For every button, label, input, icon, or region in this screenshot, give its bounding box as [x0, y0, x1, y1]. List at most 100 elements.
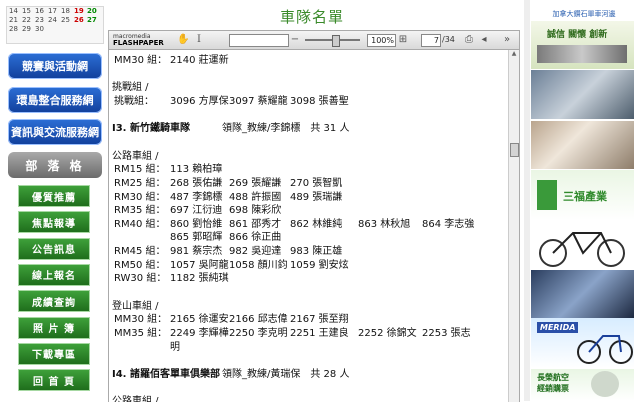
calendar-day[interactable]: 25	[61, 16, 74, 25]
ad-photo-riders[interactable]	[531, 70, 634, 119]
page-title: 車隊名單	[279, 8, 344, 26]
calendar-week: 21 22 23 24 25 26 27	[7, 16, 103, 25]
calendar-day[interactable]: 17	[48, 7, 61, 16]
nav-button-2[interactable]: 環島整合服務網	[8, 87, 102, 113]
vertical-scrollbar[interactable]: ▲	[508, 50, 519, 402]
calendar-day[interactable]: 24	[48, 16, 61, 25]
nav-link-1[interactable]: 優質推薦	[18, 185, 90, 207]
previous-page-icon[interactable]: ◂	[478, 34, 490, 46]
calendar-day[interactable]: 15	[22, 7, 35, 16]
calendar-day	[74, 25, 87, 34]
group-label: MM35 組：	[114, 328, 168, 339]
ad-top-link[interactable]: 加拿大鑽石單車河邊	[534, 9, 634, 19]
team-heading: I3. 新竹鐵騎車隊	[112, 123, 190, 135]
group-label: 挑戰組：	[114, 95, 154, 107]
scrollbar-thumb[interactable]	[510, 143, 519, 157]
calendar-day[interactable]: 21	[9, 16, 22, 25]
calendar-day[interactable]: 18	[61, 7, 74, 16]
group-label: RW30 組：	[114, 273, 167, 285]
rider-entry: 1059 劉安炫	[290, 259, 349, 271]
ad-banner-merida[interactable]: MERIDA	[531, 318, 634, 368]
ad-photo-meeting[interactable]	[531, 121, 634, 169]
ad-brand-evaair-sub: 經銷購票	[537, 384, 569, 393]
ad-scrollbar[interactable]	[524, 0, 530, 401]
calendar-day[interactable]: 16	[35, 7, 48, 16]
nav-link-2[interactable]: 焦點報導	[18, 211, 90, 234]
nav-link-7[interactable]: 下載專區	[18, 342, 90, 365]
right-ad-column: 加拿大鑽石單車河邊 誠信 關懷 創新 三福產業 MERIDA 長榮航空 經銷購票	[524, 0, 640, 401]
calendar-week: 14 15 16 17 18 19 20	[7, 7, 103, 16]
page-number-field[interactable]: 7	[421, 34, 441, 47]
calendar-day	[61, 25, 74, 34]
fit-page-icon[interactable]: ⊞	[397, 34, 409, 46]
calendar-day[interactable]: 26	[74, 16, 87, 25]
flashpaper-logo: macromedia FLASHPAPER	[113, 33, 171, 47]
nav-link-8[interactable]: 回 首 頁	[18, 369, 90, 392]
zoom-slider[interactable]	[305, 35, 360, 47]
team-info: 領隊_教練/黃瑞保 共 28 人	[222, 368, 350, 380]
calendar-day[interactable]: 20	[87, 7, 100, 16]
calendar-day[interactable]: 28	[9, 25, 22, 34]
zoom-out-icon[interactable]: −	[289, 34, 301, 46]
text-select-icon[interactable]: I	[193, 34, 205, 46]
nav-button-1[interactable]: 競賽與活動網	[8, 53, 102, 79]
bicycle-icon	[539, 232, 625, 267]
calendar-day[interactable]: 19	[74, 7, 87, 16]
rider-entry: 2251 王建良	[290, 328, 349, 339]
left-sidebar: 14 15 16 17 18 19 20 21 22 23 24 25 26 27 28 29 30 競賽與活動…	[0, 0, 104, 401]
nav-link-5[interactable]: 成績查詢	[18, 290, 90, 313]
ad-photo-bike[interactable]	[531, 221, 634, 269]
team-info: 領隊_教練/李錦標 共 31 人	[222, 123, 350, 135]
group-label: MM30 組：	[114, 55, 168, 66]
viewer-toolbar: macromedia FLASHPAPER ✋ I − 100% ⊞ 7 /34…	[109, 31, 519, 50]
scroll-up-icon[interactable]: ▲	[509, 50, 519, 59]
logo-line2: FLASHPAPER	[113, 39, 164, 47]
calendar-day[interactable]: 30	[35, 25, 48, 34]
page-header: 車隊名單	[104, 0, 520, 30]
nav-link-3[interactable]: 公告訊息	[18, 237, 90, 260]
calendar-day[interactable]: 22	[22, 16, 35, 25]
zoom-slider-thumb[interactable]	[332, 35, 341, 47]
rider-entry: 489 張瑞謙	[290, 191, 343, 203]
calendar-day	[48, 25, 61, 34]
search-input[interactable]	[229, 34, 289, 47]
rider-entry: 3097 蔡耀龍	[229, 95, 288, 107]
evaair-logo-icon	[591, 371, 619, 397]
rider-entry: 2252 徐錦文	[358, 328, 417, 339]
rider-entry: 864 李志強	[422, 218, 475, 230]
rider-entry: 1182 張純琪	[170, 273, 229, 285]
hand-tool-icon[interactable]: ✋	[177, 34, 189, 46]
rider-entry: 2250 李克明	[229, 328, 288, 339]
ad-brand-evaair: 長榮航空	[537, 373, 569, 382]
calendar-day[interactable]: 27	[87, 16, 100, 25]
rider-entry: 明	[170, 341, 180, 353]
nav-button-3[interactable]: 資訊與交流服務網	[8, 119, 102, 145]
team-heading: I4. 諸羅佰客單車俱樂部	[112, 368, 220, 380]
ad-slogan: 誠信 關懷 創新	[547, 30, 608, 40]
ad-brand-sanfu: 三福產業	[563, 190, 607, 203]
ad-banner-slogan[interactable]: 誠信 關懷 創新	[531, 21, 634, 69]
ad-photo-bikes	[537, 45, 627, 63]
rider-entry: 3098 張善聖	[290, 95, 349, 107]
rider-entry: 862 林維純	[290, 218, 343, 230]
calendar-day[interactable]: 23	[35, 16, 48, 25]
calendar-day[interactable]: 14	[9, 7, 22, 16]
rider-entry: 2253 張志	[422, 328, 471, 339]
more-options-icon[interactable]: »	[501, 34, 513, 46]
merida-bike-icon	[577, 335, 633, 364]
print-icon[interactable]: ⎙	[463, 34, 475, 46]
flashpaper-viewer: macromedia FLASHPAPER ✋ I − 100% ⊞ 7 /34…	[108, 30, 520, 402]
calendar-day[interactable]: 29	[22, 25, 35, 34]
ad-banner-sanfu[interactable]: 三福產業	[531, 170, 634, 220]
nav-link-4[interactable]: 線上報名	[18, 263, 90, 286]
zoom-field[interactable]: 100%	[367, 34, 396, 47]
page-total: /34	[442, 35, 455, 44]
ad-photo-race[interactable]	[531, 270, 634, 318]
calendar-week: 28 29 30	[7, 25, 103, 34]
ad-banner-evaair[interactable]: 長榮航空 經銷購票	[531, 369, 634, 401]
sanfu-logo-icon	[537, 180, 557, 210]
nav-button-blog[interactable]: 部 落 格	[8, 152, 102, 178]
group-label: RM40 組：	[114, 218, 166, 230]
rider-entry: 863 林秋旭	[358, 218, 411, 230]
nav-link-6[interactable]: 照 片 簿	[18, 316, 90, 339]
